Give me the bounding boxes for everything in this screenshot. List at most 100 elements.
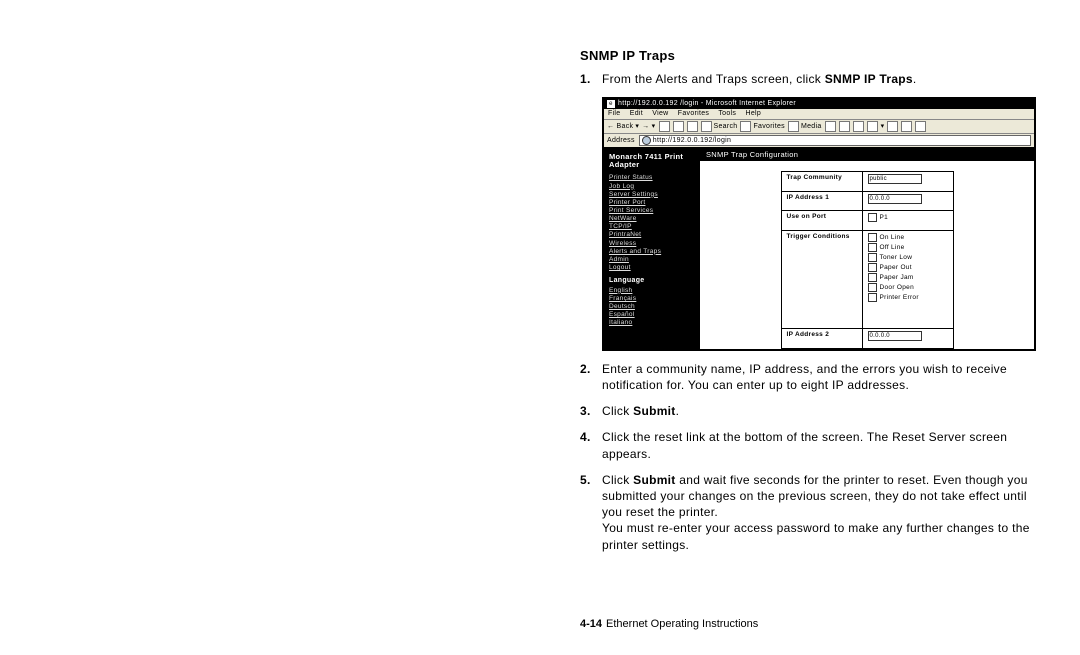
refresh-icon[interactable]	[673, 121, 684, 132]
page-number: 4-14	[580, 618, 602, 630]
extra2-icon[interactable]	[915, 121, 926, 132]
online-checkbox[interactable]	[868, 233, 877, 242]
media-label[interactable]: Media	[801, 123, 822, 131]
online-label: On Line	[880, 234, 905, 241]
ip2-label: IP Address 2	[781, 329, 862, 349]
tonerlow-label: Toner Low	[880, 254, 913, 261]
panel-title: SNMP Trap Configuration	[700, 149, 1034, 161]
sidebar-item-tcpip[interactable]: TCP/IP	[609, 223, 695, 230]
step-bold: Submit	[633, 473, 675, 487]
sidebar-lang-english[interactable]: English	[609, 287, 695, 294]
sidebar-item-job-log[interactable]: Job Log	[609, 183, 695, 190]
sidebar-item-admin[interactable]: Admin	[609, 256, 695, 263]
sidebar-lang-francais[interactable]: Français	[609, 295, 695, 302]
offline-label: Off Line	[880, 244, 905, 251]
discuss-icon[interactable]	[887, 121, 898, 132]
printererror-checkbox[interactable]	[868, 293, 877, 302]
ip1-input[interactable]: 0.0.0.0	[868, 194, 922, 204]
trap-community-label: Trap Community	[781, 172, 862, 192]
sidebar-language-label: Language	[609, 277, 695, 285]
step-text: Click	[602, 404, 633, 418]
step-body: Click Submit and wait five seconds for t…	[602, 472, 1050, 553]
sidebar-lang-espanol[interactable]: Español	[609, 311, 695, 318]
sidebar-item-server-settings[interactable]: Server Settings	[609, 191, 695, 198]
ip2-input[interactable]: 0.0.0.0	[868, 331, 922, 341]
main-panel: SNMP Trap Configuration Trap Community p…	[700, 149, 1034, 349]
step-number: 2.	[580, 361, 602, 393]
ie-icon: e	[607, 100, 615, 108]
address-label: Address	[607, 137, 635, 145]
sidebar-item-printer-status[interactable]: Printer Status	[609, 174, 695, 181]
toolbar: ← Back ▾ → ▾ Search Favorites Media ▾	[604, 120, 1034, 134]
media-icon[interactable]	[788, 121, 799, 132]
history-icon[interactable]	[825, 121, 836, 132]
step-2: 2. Enter a community name, IP address, a…	[580, 361, 1050, 393]
menu-edit[interactable]: Edit	[630, 110, 643, 117]
dooropen-checkbox[interactable]	[868, 283, 877, 292]
edit-icon[interactable]	[867, 121, 878, 132]
step-number: 3.	[580, 403, 602, 419]
tonerlow-checkbox[interactable]	[868, 253, 877, 262]
printererror-label: Printer Error	[880, 294, 919, 301]
stop-icon[interactable]	[659, 121, 670, 132]
menu-bar[interactable]: File Edit View Favorites Tools Help	[604, 109, 1034, 120]
step-5: 5. Click Submit and wait five seconds fo…	[580, 472, 1050, 553]
p1-label: P1	[880, 215, 889, 222]
step-3: 3. Click Submit.	[580, 403, 1050, 419]
mail-icon[interactable]	[839, 121, 850, 132]
extra-icon[interactable]	[901, 121, 912, 132]
step-body: Enter a community name, IP address, and …	[602, 361, 1050, 393]
favorites-icon[interactable]	[740, 121, 751, 132]
search-icon[interactable]	[701, 121, 712, 132]
step-text: From the Alerts and Traps screen, click	[602, 72, 825, 86]
back-button[interactable]: ← Back	[607, 123, 633, 131]
step-text-post: .	[913, 72, 917, 86]
sidebar-item-printranet[interactable]: PrintraNet	[609, 231, 695, 238]
address-input[interactable]: http://192.0.0.192/login	[639, 135, 1031, 146]
p1-checkbox[interactable]	[868, 213, 877, 222]
sidebar-lang-deutsch[interactable]: Deutsch	[609, 303, 695, 310]
offline-checkbox[interactable]	[868, 243, 877, 252]
config-table: Trap Community public IP Address 1 0.0.0…	[781, 171, 954, 349]
menu-favorites[interactable]: Favorites	[678, 110, 710, 117]
paperjam-checkbox[interactable]	[868, 273, 877, 282]
dooropen-label: Door Open	[880, 284, 915, 291]
row-ip1: IP Address 1 0.0.0.0	[781, 191, 953, 211]
sidebar-item-print-services[interactable]: Print Services	[609, 207, 695, 214]
section-heading: SNMP IP Traps	[580, 48, 1050, 63]
globe-icon	[642, 136, 651, 145]
row-trigger-conditions: Trigger Conditions On Line Off Line Tone…	[781, 231, 953, 329]
page-footer: 4-14 Ethernet Operating Instructions	[580, 618, 758, 630]
print-icon[interactable]	[853, 121, 864, 132]
ip1-label: IP Address 1	[781, 191, 862, 211]
row-ip2: IP Address 2 0.0.0.0	[781, 329, 953, 349]
favorites-label[interactable]: Favorites	[753, 123, 785, 131]
sidebar: Monarch 7411 Print Adapter Printer Statu…	[604, 149, 700, 349]
menu-view[interactable]: View	[652, 110, 668, 117]
paperjam-label: Paper Jam	[880, 274, 914, 281]
footer-title: Ethernet Operating Instructions	[606, 618, 758, 630]
sidebar-item-printer-port[interactable]: Printer Port	[609, 199, 695, 206]
menu-file[interactable]: File	[608, 110, 620, 117]
step-number: 5.	[580, 472, 602, 553]
paperout-checkbox[interactable]	[868, 263, 877, 272]
step-bold: SNMP IP Traps	[825, 72, 913, 86]
step-number: 1.	[580, 71, 602, 87]
menu-tools[interactable]: Tools	[718, 110, 736, 117]
sidebar-lang-italiano[interactable]: Italiano	[609, 319, 695, 326]
sidebar-item-wireless[interactable]: Wireless	[609, 240, 695, 247]
sidebar-item-netware[interactable]: NetWare	[609, 215, 695, 222]
sidebar-item-alerts-traps[interactable]: Alerts and Traps	[609, 248, 695, 255]
step-body: Click Submit.	[602, 403, 1050, 419]
row-use-on-port: Use on Port P1	[781, 211, 953, 231]
trap-community-input[interactable]: public	[868, 174, 922, 184]
home-icon[interactable]	[687, 121, 698, 132]
step-1: 1. From the Alerts and Traps screen, cli…	[580, 71, 1050, 87]
window-titlebar: e http://192.0.0.192 /login - Microsoft …	[604, 99, 1034, 109]
step-bold: Submit	[633, 404, 675, 418]
sidebar-item-logout[interactable]: Logout	[609, 264, 695, 271]
search-label[interactable]: Search	[714, 123, 738, 131]
step-body: From the Alerts and Traps screen, click …	[602, 71, 1050, 87]
window-title: http://192.0.0.192 /login - Microsoft In…	[618, 100, 796, 108]
menu-help[interactable]: Help	[745, 110, 761, 117]
